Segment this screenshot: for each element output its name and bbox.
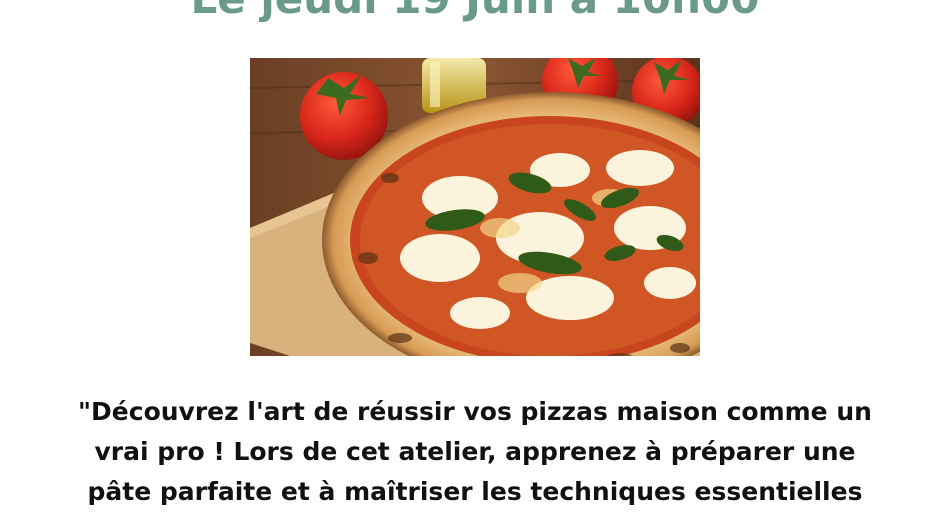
description-line: pâte parfaite et à maîtriser les techniq… [87,477,863,506]
event-date-title: Le jeudi 19 Juin à 10h00 [0,0,950,23]
workshop-description: "Découvrez l'art de réussir vos pizzas m… [60,392,890,512]
description-line: "Découvrez l'art de réussir vos pizzas m… [78,397,872,426]
pizza-photo [250,58,700,356]
description-line: vrai pro ! Lors de cet atelier, apprenez… [94,437,856,466]
